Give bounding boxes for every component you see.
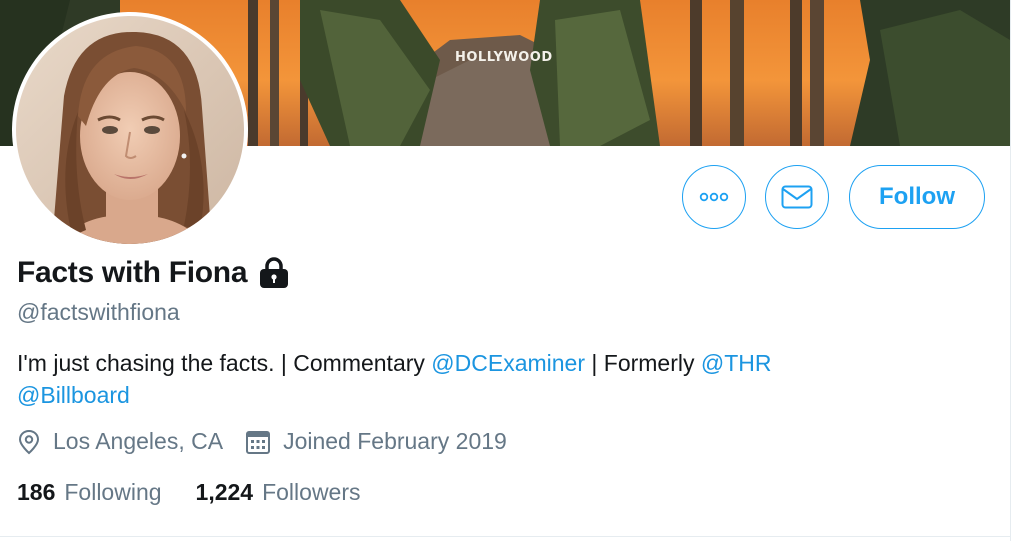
mention-link-billboard[interactable]: @Billboard bbox=[17, 382, 130, 408]
profile-name-row: Facts with Fiona bbox=[17, 256, 291, 290]
profile-joined-date: Joined February 2019 bbox=[283, 428, 507, 454]
following-count: 186 bbox=[17, 479, 56, 505]
mention-link-dcexaminer[interactable]: @DCExaminer bbox=[431, 350, 585, 376]
more-icon bbox=[699, 192, 729, 202]
envelope-icon bbox=[781, 185, 813, 209]
bio-text: I'm just chasing the facts. | Commentary bbox=[17, 350, 432, 376]
page-border bbox=[0, 536, 1010, 537]
followers-count: 1,224 bbox=[195, 479, 254, 505]
avatar[interactable] bbox=[12, 12, 248, 248]
calendar-icon bbox=[245, 429, 271, 455]
lock-icon bbox=[260, 257, 289, 288]
location-pin-icon bbox=[17, 429, 41, 455]
bio-text: | Formerly bbox=[585, 350, 701, 376]
profile-meta: Los Angeles, CA Joined February 2019 bbox=[17, 428, 507, 455]
more-options-button[interactable] bbox=[682, 165, 746, 229]
profile-handle: @factswithfiona bbox=[17, 299, 180, 325]
message-button[interactable] bbox=[765, 165, 829, 229]
following-link[interactable]: 186 Following bbox=[17, 479, 162, 506]
follow-button[interactable]: Follow bbox=[849, 165, 985, 229]
hollywood-sign-text: HOLLYWOOD bbox=[455, 50, 553, 65]
profile-location: Los Angeles, CA bbox=[53, 428, 224, 454]
profile-name: Facts with Fiona bbox=[17, 256, 248, 289]
followers-link[interactable]: 1,224 Followers bbox=[196, 479, 361, 506]
mention-link-thr[interactable]: @THR bbox=[701, 350, 772, 376]
profile-stats: 186 Following 1,224 Followers bbox=[17, 479, 361, 506]
following-label: Following bbox=[64, 479, 162, 505]
profile-bio: I'm just chasing the facts. | Commentary… bbox=[17, 347, 977, 411]
page-border bbox=[1010, 0, 1011, 541]
followers-label: Followers bbox=[262, 479, 361, 505]
